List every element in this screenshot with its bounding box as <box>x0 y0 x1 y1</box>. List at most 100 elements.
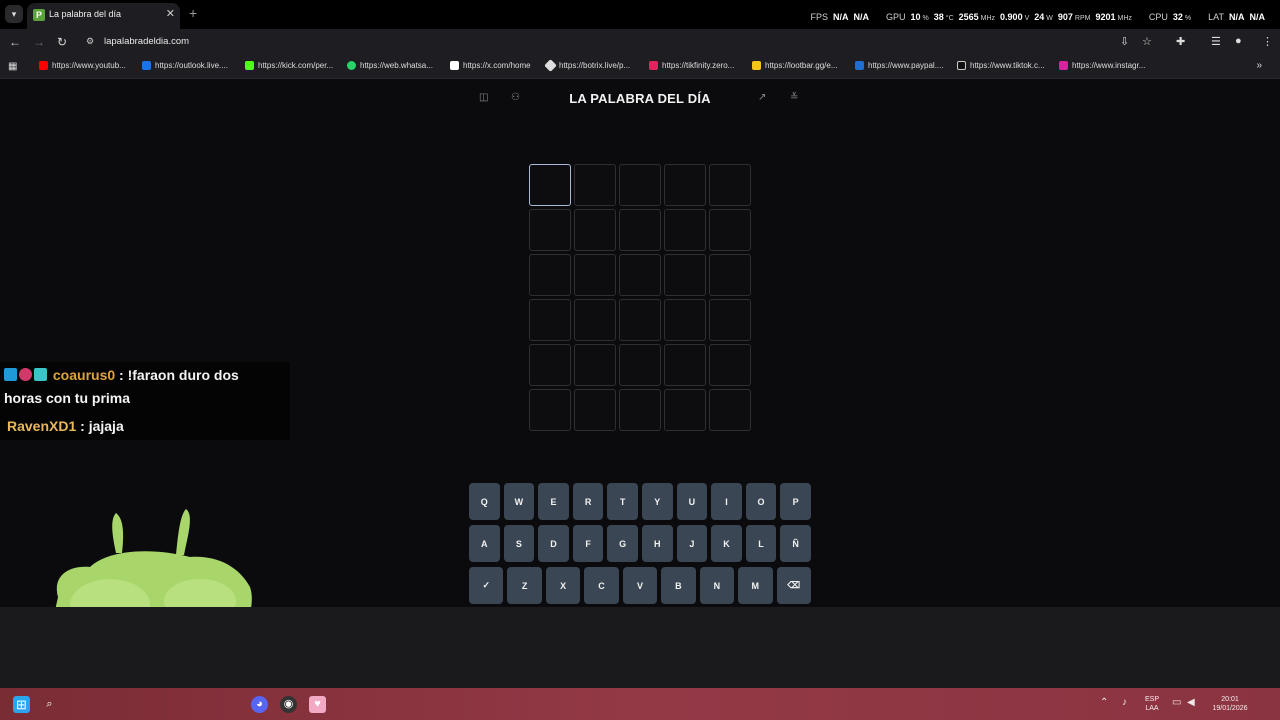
forward-arrow-icon[interactable]: → <box>31 34 47 50</box>
lootbar-icon <box>752 61 761 70</box>
antenna-left <box>112 513 124 553</box>
grid-cell <box>529 299 571 341</box>
network-icon[interactable]: ▭ <box>1172 697 1181 708</box>
url-text[interactable]: lapalabradeldia.com <box>104 36 189 47</box>
clock-date: 19/01/2026 <box>1212 705 1248 712</box>
key-b[interactable]: B <box>661 567 696 604</box>
gpu-mem-clock-unit: MHz <box>1117 15 1132 22</box>
keyboard-row: ✓ Z X C V B N M ⌫ <box>469 567 811 604</box>
profile-avatar-icon[interactable]: ● <box>1235 35 1242 47</box>
key-l[interactable]: L <box>745 525 777 562</box>
tab-strip: ▾ P La palabra del día ✕ + FPS N/A N/A G… <box>0 0 1280 29</box>
clock[interactable]: 20:01 19/01/2026 <box>1206 695 1254 713</box>
key-ñ[interactable]: Ñ <box>780 525 811 562</box>
tray-overflow-icon[interactable]: ⌃ <box>1100 697 1108 708</box>
tab-search-button[interactable]: ▾ <box>5 5 23 23</box>
more-bookmarks-icon[interactable]: » <box>1256 60 1262 71</box>
key-c[interactable]: C <box>584 567 619 604</box>
keyboard-row: ASDFGHJKLÑ <box>469 525 811 562</box>
grid-cell <box>664 254 706 296</box>
reload-icon[interactable]: ↻ <box>54 34 70 50</box>
windows-start-icon[interactable]: ⊞ <box>13 696 30 713</box>
browser-toolbar: ← → ↻ ⚙ lapalabradeldia.com ⇩ ☆ ✚ ☰ ● ⋮ <box>0 29 1280 55</box>
bookmark-tikfinity[interactable]: https://tikfinity.zero... <box>649 61 734 70</box>
microphone-icon[interactable]: ♪ <box>1122 697 1127 708</box>
new-tab-button[interactable]: + <box>189 5 197 21</box>
language-indicator[interactable]: ESP LAA <box>1142 695 1162 713</box>
site-info-icon[interactable]: ⚙ <box>86 36 94 47</box>
key-h[interactable]: H <box>641 525 673 562</box>
bookmark-instagram[interactable]: https://www.instagr... <box>1059 61 1145 70</box>
browser-tab[interactable]: P La palabra del día ✕ <box>27 3 180 29</box>
key-f[interactable]: F <box>572 525 604 562</box>
apps-grid-icon[interactable]: ▦ <box>8 61 17 72</box>
chat-text: : !faraon duro dos <box>115 367 239 383</box>
bookmark-kick[interactable]: https://kick.com/per... <box>245 61 333 70</box>
key-w[interactable]: W <box>503 483 535 520</box>
gpu-load-unit: % <box>922 15 929 22</box>
bookmark-star-icon[interactable]: ☆ <box>1142 35 1152 48</box>
grid-cell <box>529 164 571 206</box>
bookmark-lootbar[interactable]: https://lootbar.gg/e... <box>752 61 838 70</box>
key-k[interactable]: K <box>711 525 742 562</box>
bookmark-tiktok[interactable]: https://www.tiktok.c... <box>957 61 1045 70</box>
bookmark-outlook[interactable]: https://outlook.live.... <box>142 61 228 70</box>
stream-chat-overlay: coaurus0 : !faraon duro dos horas con tu… <box>0 362 290 440</box>
sidebar-toggle-icon[interactable]: ◫ <box>479 92 488 103</box>
tab-close-icon[interactable]: ✕ <box>166 7 175 20</box>
key-x[interactable]: X <box>545 567 581 604</box>
gpu-load: 10 <box>910 12 921 22</box>
app-icon[interactable]: ♥ <box>309 696 326 713</box>
discord-icon[interactable]: ◕ <box>251 696 268 713</box>
search-icon[interactable]: ⌕ <box>41 696 58 713</box>
bookmark-label: https://www.instagr... <box>1072 61 1146 70</box>
key-o[interactable]: O <box>745 483 777 520</box>
grid-cell <box>709 344 751 386</box>
bookmark-youtube[interactable]: https://www.youtub... <box>39 61 126 70</box>
bookmark-botrix[interactable]: https://botrix.live/p... <box>544 59 630 72</box>
language-code: ESP <box>1144 696 1159 703</box>
key-v[interactable]: V <box>622 567 658 604</box>
install-app-icon[interactable]: ⇩ <box>1120 35 1129 48</box>
key-p[interactable]: P <box>780 483 811 520</box>
reading-list-icon[interactable]: ☰ <box>1211 35 1221 48</box>
back-arrow-icon[interactable]: ← <box>7 34 23 50</box>
key-d[interactable]: D <box>538 525 569 562</box>
key-e[interactable]: E <box>538 483 569 520</box>
bookmark-whatsapp[interactable]: https://web.whatsa... <box>347 61 433 70</box>
key-j[interactable]: J <box>676 525 708 562</box>
backspace-key[interactable]: ⌫ <box>776 567 811 604</box>
grid-cell <box>709 389 751 431</box>
key-z[interactable]: Z <box>507 567 542 604</box>
bookmark-paypal[interactable]: https://www.paypal.... <box>855 61 944 70</box>
key-t[interactable]: T <box>607 483 638 520</box>
key-n[interactable]: N <box>699 567 735 604</box>
bookmark-label: https://tikfinity.zero... <box>662 61 735 70</box>
extensions-icon[interactable]: ✚ <box>1176 35 1185 48</box>
fps-value-2: N/A <box>853 12 869 22</box>
settings-sliders-icon[interactable]: ≚ <box>790 92 798 103</box>
enter-key[interactable]: ✓ <box>469 567 504 604</box>
key-s[interactable]: S <box>503 525 535 562</box>
key-a[interactable]: A <box>469 525 500 562</box>
grid-cell <box>529 344 571 386</box>
browser-menu-icon[interactable]: ⋮ <box>1262 35 1273 48</box>
key-i[interactable]: I <box>711 483 742 520</box>
bookmark-x[interactable]: https://x.com/home <box>450 61 531 70</box>
key-g[interactable]: G <box>607 525 638 562</box>
key-m[interactable]: M <box>738 567 773 604</box>
key-r[interactable]: R <box>572 483 604 520</box>
user-icon[interactable]: ⚇ <box>511 92 520 103</box>
obs-icon[interactable]: ◉ <box>280 696 297 713</box>
volume-icon[interactable]: ◀ <box>1187 697 1195 708</box>
grid-cell <box>664 344 706 386</box>
bookmark-label: https://www.tiktok.c... <box>970 61 1045 70</box>
key-u[interactable]: U <box>676 483 708 520</box>
key-q[interactable]: Q <box>469 483 500 520</box>
grid-cell <box>574 164 616 206</box>
stats-trend-icon[interactable]: ↗ <box>758 92 766 103</box>
bookmark-label: https://www.youtub... <box>52 61 126 70</box>
gpu-fan: 907 <box>1057 12 1073 22</box>
address-bar[interactable]: ⚙ lapalabradeldia.com <box>76 31 1170 53</box>
key-y[interactable]: Y <box>641 483 673 520</box>
